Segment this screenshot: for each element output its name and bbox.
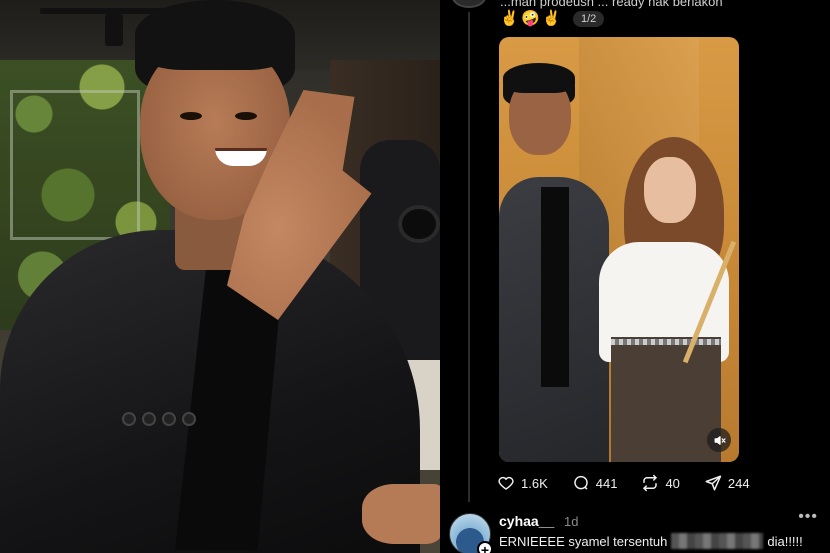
video-man-shirt xyxy=(541,187,569,387)
man-hand-lower xyxy=(362,484,440,544)
post-actions: 1.6K 441 40 244 xyxy=(497,474,774,492)
camera-icon xyxy=(398,205,440,243)
video-woman-belt xyxy=(611,339,721,345)
more-options-icon[interactable]: ••• xyxy=(798,508,818,526)
mute-button[interactable] xyxy=(707,428,731,452)
reply-timestamp: 1d xyxy=(564,514,579,529)
comment-icon xyxy=(574,475,588,490)
repost-count: 40 xyxy=(665,475,680,491)
like-button[interactable]: 1.6K xyxy=(497,474,548,492)
reply-text-start: ERNIEEEE syamel tersentuh xyxy=(499,534,668,549)
send-icon xyxy=(705,475,722,491)
victory-emoji: ✌️ xyxy=(500,10,519,27)
man-eye-left xyxy=(180,112,202,120)
reply-text: ERNIEEEE syamel tersentuh dia!!!!! xyxy=(499,533,803,549)
left-photo xyxy=(0,0,440,553)
comment-button[interactable]: 441 xyxy=(572,474,618,492)
zany-face-emoji: 🤪 xyxy=(521,10,540,27)
man-hair-top xyxy=(135,0,295,70)
video-woman-skirt xyxy=(611,337,721,462)
comment-count: 441 xyxy=(595,475,618,491)
censored-block xyxy=(671,533,764,549)
share-button[interactable]: 244 xyxy=(704,474,750,492)
spotlight xyxy=(105,14,123,46)
post-video[interactable] xyxy=(499,37,739,462)
share-count: 244 xyxy=(727,475,750,491)
video-woman-face xyxy=(644,157,696,223)
threads-post: ...mah prodeush ... ready nak berlakon ✌… xyxy=(440,0,830,553)
window-frame xyxy=(10,90,140,240)
post-caption: ...mah prodeush ... ready nak berlakon xyxy=(500,0,723,9)
repost-button[interactable]: 40 xyxy=(641,474,680,492)
author-avatar[interactable] xyxy=(452,0,486,8)
follow-plus-icon[interactable]: + xyxy=(477,541,493,553)
repost-icon xyxy=(643,474,658,492)
like-count: 1.6K xyxy=(521,475,548,491)
victory-emoji: ✌️ xyxy=(542,10,561,27)
thread-line xyxy=(468,12,470,502)
reply-username[interactable]: cyhaa__ xyxy=(499,513,554,529)
reply-item[interactable]: + cyhaa__ 1d ••• ERNIEEEE syamel tersent… xyxy=(440,505,830,553)
speaker-muted-icon xyxy=(714,435,726,445)
reply-text-end: dia!!!!! xyxy=(767,534,803,549)
heart-icon xyxy=(498,476,514,490)
video-man-hair-top xyxy=(503,63,575,93)
sleeve-buttons xyxy=(122,412,196,426)
man-eye-right xyxy=(235,112,257,120)
emoji-row: ✌️ 🤪 ✌️ 1/2 xyxy=(500,10,605,28)
media-pager: 1/2 xyxy=(573,11,605,27)
